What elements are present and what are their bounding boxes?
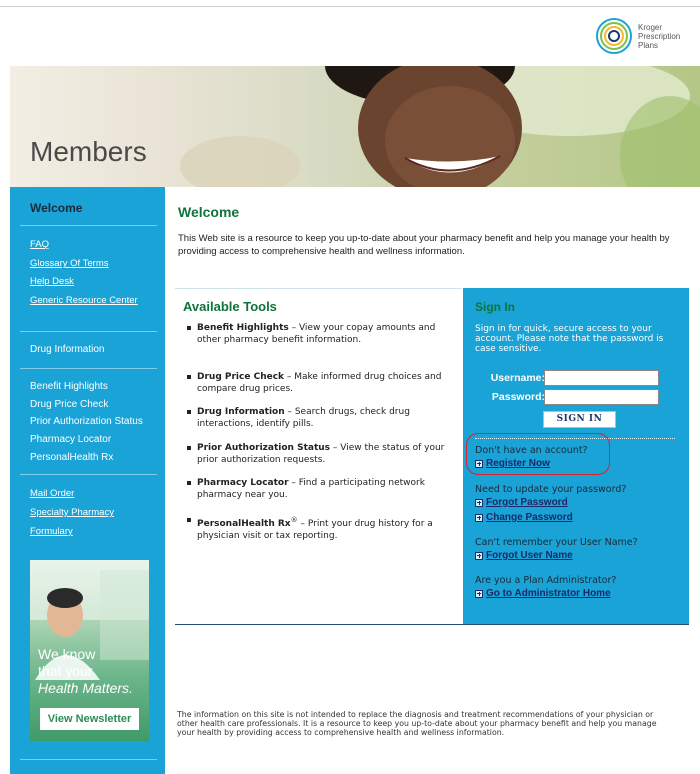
sidebar-item-prior-authorization[interactable]: Prior Authorization Status bbox=[30, 416, 143, 428]
logo-rings-icon bbox=[596, 18, 632, 54]
available-tools-panel: Available Tools Benefit Highlights – Vie… bbox=[175, 288, 462, 624]
tools-heading: Available Tools bbox=[183, 299, 277, 314]
sidebar-divider bbox=[20, 225, 157, 226]
username-label: Username: bbox=[490, 372, 545, 384]
sign-in-description: Sign in for quick, secure access to your… bbox=[475, 324, 664, 354]
administrator-home-link[interactable]: Go to Administrator Home bbox=[475, 588, 611, 599]
main-intro-text: This Web site is a resource to keep you … bbox=[178, 233, 670, 257]
sidebar-divider bbox=[20, 368, 157, 369]
sidebar-item-drug-information[interactable]: Drug Information bbox=[30, 344, 104, 356]
tool-item-drug-information: Drug Information – Search drugs, check d… bbox=[185, 406, 450, 430]
update-password-question: Need to update your password? bbox=[475, 484, 627, 495]
plus-box-icon bbox=[475, 551, 483, 560]
username-question: Can't remember your User Name? bbox=[475, 537, 638, 548]
sidebar-link-specialty-pharmacy[interactable]: Specialty Pharmacy bbox=[30, 507, 140, 519]
hero-photo bbox=[180, 66, 700, 187]
ad-text-line1: We know bbox=[38, 646, 96, 662]
sidebar-divider bbox=[20, 331, 157, 332]
content-bottom-divider bbox=[175, 624, 689, 625]
sidebar-item-personalhealth-rx[interactable]: PersonalHealth Rx bbox=[30, 452, 113, 464]
disclaimer-text: The information on this site is not inte… bbox=[177, 710, 657, 737]
newsletter-ad[interactable]: We know that your Health Matters. View N… bbox=[30, 560, 149, 741]
sidebar-item-drug-price-check[interactable]: Drug Price Check bbox=[30, 399, 108, 411]
top-divider bbox=[0, 6, 700, 7]
sidebar-link-generic-resource[interactable]: Generic Resource Center bbox=[30, 295, 140, 307]
tool-item-pharmacy-locator: Pharmacy Locator – Find a participating … bbox=[185, 477, 450, 501]
tool-item-benefit-highlights: Benefit Highlights – View your copay amo… bbox=[185, 322, 450, 346]
tool-item-drug-price-check: Drug Price Check – Make informed drug ch… bbox=[185, 371, 450, 395]
plus-box-icon bbox=[475, 589, 483, 598]
view-newsletter-button[interactable]: View Newsletter bbox=[40, 708, 139, 730]
change-password-link[interactable]: Change Password bbox=[475, 512, 573, 523]
sidebar-link-glossary[interactable]: Glossary Of Terms bbox=[30, 258, 140, 270]
plan-admin-question: Are you a Plan Administrator? bbox=[475, 575, 617, 586]
sidebar-link-mail-order[interactable]: Mail Order bbox=[30, 488, 140, 500]
sidebar-link-help-desk[interactable]: Help Desk bbox=[30, 276, 140, 288]
ad-text-line2: that your bbox=[38, 663, 93, 679]
page-title: Members bbox=[30, 136, 147, 167]
sign-in-button[interactable]: SIGN IN bbox=[543, 411, 616, 428]
ad-text-line3: Health Matters. bbox=[38, 680, 133, 696]
kroger-logo[interactable]: Kroger Prescription Plans bbox=[594, 16, 700, 56]
sidebar-item-benefit-highlights[interactable]: Benefit Highlights bbox=[30, 381, 108, 393]
sidebar-item-pharmacy-locator[interactable]: Pharmacy Locator bbox=[30, 434, 111, 446]
main-heading: Welcome bbox=[178, 204, 240, 220]
sidebar-divider bbox=[20, 759, 157, 760]
username-input[interactable] bbox=[544, 370, 659, 386]
sidebar-link-formulary[interactable]: Formulary bbox=[30, 526, 140, 538]
sidebar-divider bbox=[20, 474, 157, 475]
tool-item-prior-authorization: Prior Authorization Status – View the st… bbox=[185, 442, 450, 466]
plus-box-icon bbox=[475, 513, 483, 522]
sidebar-link-faq[interactable]: FAQ bbox=[30, 239, 140, 251]
forgot-username-link[interactable]: Forgot User Name bbox=[475, 550, 573, 561]
tool-item-personalhealth-rx: PersonalHealth Rx® – Print your drug his… bbox=[185, 514, 450, 542]
sidebar: Welcome FAQ Glossary Of Terms Help Desk … bbox=[10, 187, 165, 774]
hero-banner: Members bbox=[10, 66, 700, 187]
plus-box-icon bbox=[475, 498, 483, 507]
password-input[interactable] bbox=[544, 389, 659, 405]
password-label: Password: bbox=[491, 391, 545, 403]
sign-in-heading: Sign In bbox=[475, 300, 515, 314]
register-highlight-annotation bbox=[466, 433, 610, 475]
forgot-password-link[interactable]: Forgot Password bbox=[475, 497, 568, 508]
sidebar-welcome: Welcome bbox=[30, 201, 83, 215]
logo-text: Kroger Prescription Plans bbox=[638, 22, 681, 50]
